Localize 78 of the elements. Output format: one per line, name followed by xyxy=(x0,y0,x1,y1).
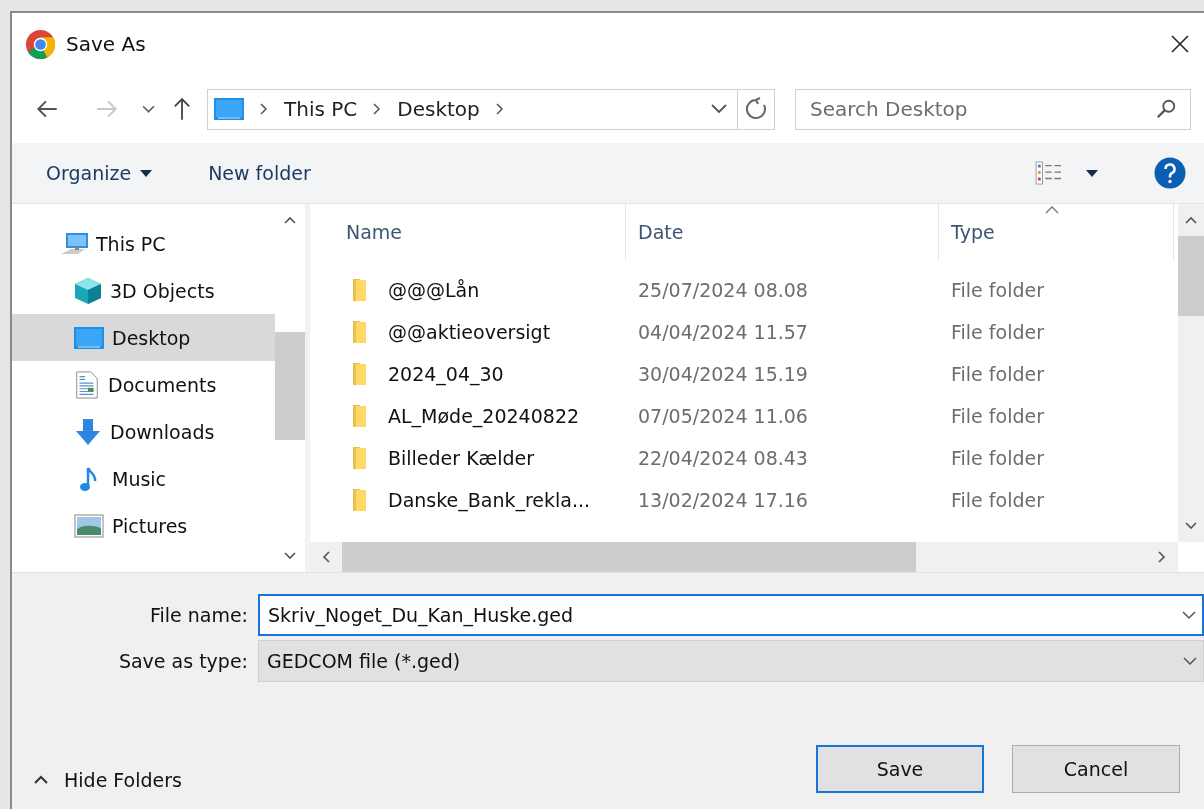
new-folder-button[interactable]: New folder xyxy=(208,162,311,184)
download-arrow-icon xyxy=(74,417,102,446)
file-type-dropdown[interactable]: GEDCOM file (*.ged) xyxy=(258,640,1204,682)
chevron-icon xyxy=(495,103,504,115)
scroll-thumb[interactable] xyxy=(275,332,305,440)
file-name[interactable]: Billeder Kælder xyxy=(310,437,626,479)
file-name-field[interactable]: Skriv_Noget_Du_Kan_Huske.ged xyxy=(258,594,1204,636)
dropdown-chevron-icon xyxy=(1183,656,1197,666)
folder-icon xyxy=(352,403,366,429)
file-type: File folder xyxy=(950,446,1045,471)
cube-icon xyxy=(74,276,102,305)
computer-icon xyxy=(60,231,90,256)
help-icon[interactable] xyxy=(1154,157,1186,189)
file-type: File folder xyxy=(950,404,1045,429)
scroll-thumb[interactable] xyxy=(342,542,916,572)
browser-logo-icon xyxy=(25,28,56,60)
chevron-up-icon xyxy=(34,775,48,785)
file-date: 30/04/2024 15.19 xyxy=(637,362,809,387)
folder-icon xyxy=(352,487,366,513)
dropdown-chevron-icon xyxy=(1182,610,1196,620)
folder-icon xyxy=(352,277,366,303)
folder-icon xyxy=(352,445,366,471)
recent-dropdown-icon[interactable] xyxy=(142,104,155,114)
sidebar-item[interactable]: This PC xyxy=(12,220,275,267)
details-view-icon[interactable] xyxy=(1034,161,1064,185)
file-date: 25/07/2024 08.08 xyxy=(637,278,809,303)
chevron-icon xyxy=(373,103,382,115)
address-bar[interactable]: This PC Desktop xyxy=(207,88,775,130)
breadcrumb-item[interactable]: This PC xyxy=(284,97,358,121)
file-name[interactable]: Danske_Bank_rekla... xyxy=(310,479,626,521)
search-field[interactable]: Search Desktop xyxy=(795,88,1191,130)
sidebar-item[interactable]: Documents xyxy=(12,361,275,408)
document-icon xyxy=(74,370,100,399)
close-icon[interactable] xyxy=(1170,34,1190,54)
window-title: Save As xyxy=(66,32,146,56)
desktop-icon xyxy=(214,98,244,120)
file-type-label: Save as type: xyxy=(117,650,249,672)
up-arrow-icon[interactable] xyxy=(173,96,191,122)
folder-icon xyxy=(352,319,366,345)
picture-icon xyxy=(74,513,104,538)
sidebar-item[interactable]: Music xyxy=(12,455,275,502)
sidebar-item[interactable]: 3D Objects xyxy=(12,267,275,314)
file-date: 04/04/2024 11.57 xyxy=(637,320,809,345)
file-type: File folder xyxy=(950,320,1045,345)
column-header[interactable]: Name xyxy=(310,204,626,260)
sidebar-item[interactable]: Downloads xyxy=(12,408,275,455)
file-name[interactable]: @@@Lån xyxy=(310,269,626,311)
breadcrumb-item[interactable]: Desktop xyxy=(397,97,480,121)
hide-folders-button[interactable]: Hide Folders xyxy=(12,769,182,793)
file-type: File folder xyxy=(950,488,1045,513)
desktop-icon xyxy=(74,325,104,350)
column-header[interactable]: Date xyxy=(626,204,939,260)
caret-icon xyxy=(140,169,153,177)
file-date: 07/05/2024 11.06 xyxy=(637,404,809,429)
cancel-button[interactable]: Cancel xyxy=(1012,745,1180,793)
refresh-icon xyxy=(744,97,768,121)
file-date: 22/04/2024 08.43 xyxy=(637,446,809,471)
column-header[interactable]: Type xyxy=(939,204,1174,260)
sidebar-item[interactable]: Desktop xyxy=(12,314,275,361)
file-name[interactable]: @@aktieoversigt xyxy=(310,311,626,353)
scroll-thumb[interactable] xyxy=(1178,236,1204,316)
dropdown-chevron-icon[interactable] xyxy=(711,104,727,114)
caret-icon[interactable] xyxy=(1086,169,1098,177)
horizontal-scrollbar[interactable] xyxy=(310,542,1178,572)
sidebar-item[interactable]: Pictures xyxy=(12,502,275,549)
file-type: File folder xyxy=(950,362,1045,387)
chevron-icon xyxy=(260,103,268,115)
music-note-icon xyxy=(80,465,98,492)
file-date: 13/02/2024 17.16 xyxy=(637,488,809,513)
file-name[interactable]: AL_Møde_20240822 xyxy=(310,395,626,437)
save-button[interactable]: Save xyxy=(816,745,984,793)
folder-icon xyxy=(352,361,366,387)
file-name[interactable]: 2024_04_30 xyxy=(310,353,626,395)
organize-menu[interactable]: Organize xyxy=(46,162,153,184)
file-name-label: File name: xyxy=(148,604,249,626)
file-type: File folder xyxy=(950,278,1045,303)
search-icon xyxy=(1155,97,1177,120)
scrollbar[interactable] xyxy=(1178,204,1204,542)
